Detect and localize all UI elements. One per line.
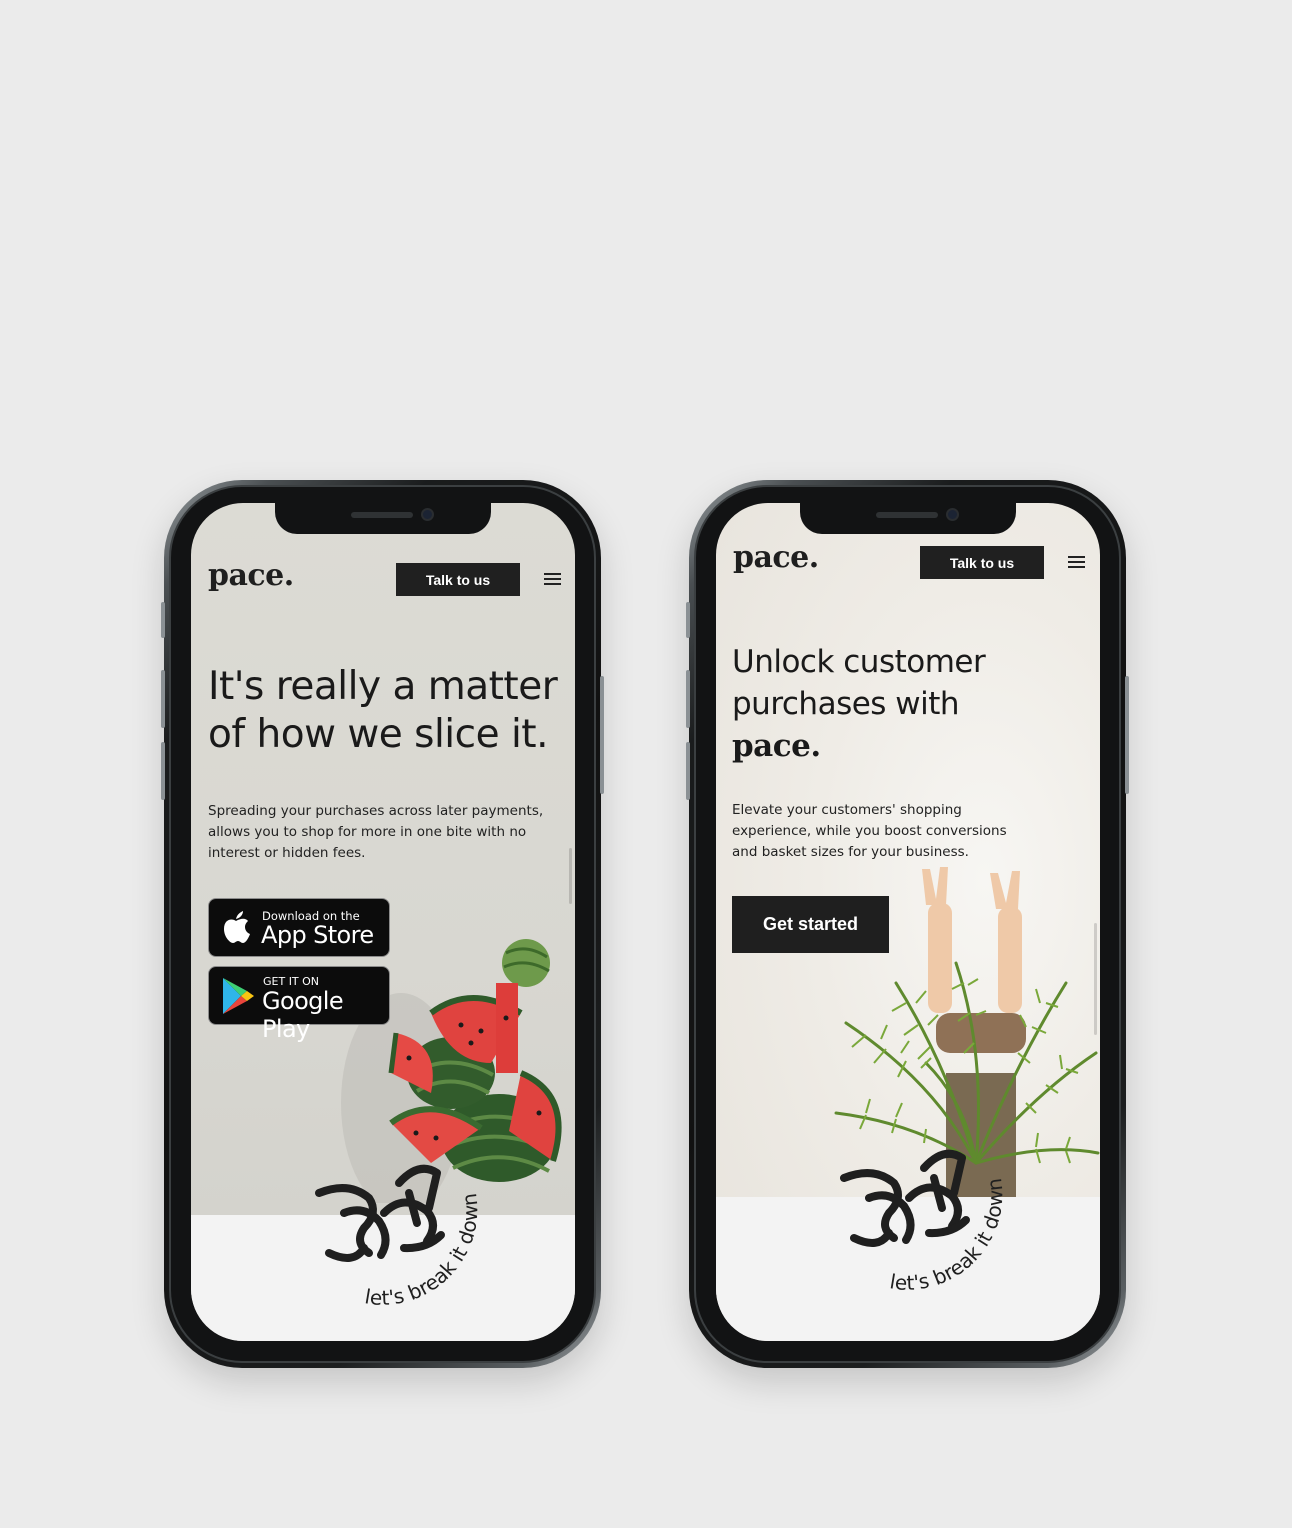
screen-right: pace. Talk to us Unlock customer purchas… (716, 503, 1100, 1341)
volume-up-button (161, 670, 165, 728)
google-play-big: Google Play (262, 987, 344, 1043)
camera (946, 508, 959, 521)
hero-description: Elevate your customers' shopping experie… (732, 802, 1007, 860)
app-store-badge[interactable]: Download on the App Store (208, 898, 390, 957)
volume-up-button (686, 670, 690, 728)
phone-mockup-right: pace. Talk to us Unlock customer purchas… (686, 480, 1129, 1368)
google-play-badge[interactable]: GET IT ON Google Play (208, 966, 390, 1043)
brand-logo[interactable]: pace. (208, 558, 294, 593)
app-store-big: App Store (261, 921, 374, 949)
camera (421, 508, 434, 521)
mascot-stamp: let's break it down (315, 1164, 483, 1310)
brand-logo[interactable]: pace. (733, 540, 819, 575)
apple-icon (224, 911, 250, 943)
phone-mockup-left: pace. Talk to us It's really a matter of… (161, 480, 604, 1368)
notch (275, 503, 491, 534)
talk-to-us-button[interactable]: Talk to us (920, 546, 1044, 579)
talk-to-us-button[interactable]: Talk to us (396, 563, 520, 596)
scroll-indicator[interactable] (569, 848, 572, 904)
headline-brand: pace. (732, 728, 821, 764)
menu-icon[interactable] (1068, 556, 1085, 569)
volume-down-button (161, 742, 165, 800)
screen-left: pace. Talk to us It's really a matter of… (191, 503, 575, 1341)
speaker (351, 512, 413, 518)
mascot-stamp: let's break it down (840, 1149, 1008, 1295)
hero-headline: It's really a matter of how we slice it. (208, 664, 558, 757)
power-button (600, 676, 604, 794)
hero-headline: Unlock customer purchases with pace. (732, 641, 986, 767)
menu-icon[interactable] (544, 573, 561, 586)
notch (800, 503, 1016, 534)
get-started-button[interactable]: Get started (732, 896, 889, 953)
volume-down-button (686, 742, 690, 800)
google-play-icon (223, 978, 254, 1014)
scroll-indicator[interactable] (1094, 923, 1097, 1035)
mute-switch (161, 602, 165, 638)
hero-description: Spreading your purchases across later pa… (208, 803, 544, 861)
power-button (1125, 676, 1129, 794)
mute-switch (686, 602, 690, 638)
speaker (876, 512, 938, 518)
